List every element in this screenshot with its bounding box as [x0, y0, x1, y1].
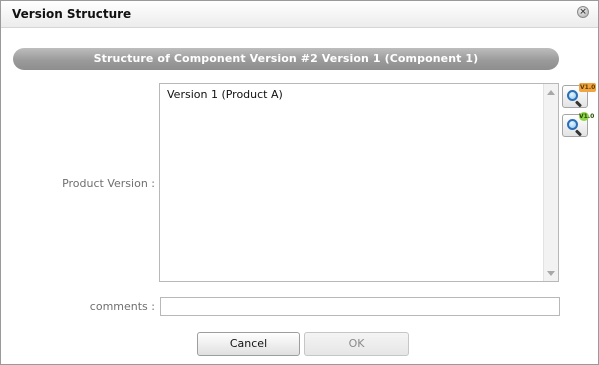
- cancel-button[interactable]: Cancel: [197, 332, 300, 356]
- product-version-listbox[interactable]: Version 1 (Product A): [159, 83, 559, 282]
- dialog-title: Version Structure: [12, 7, 132, 21]
- listbox-scrollbar[interactable]: [543, 84, 558, 281]
- version-structure-dialog: Version Structure × Structure of Compone…: [0, 0, 599, 365]
- magnifier-handle: [574, 129, 583, 137]
- close-icon[interactable]: ×: [577, 6, 589, 18]
- list-item[interactable]: Version 1 (Product A): [167, 88, 283, 101]
- magnifier-icon: [567, 119, 578, 130]
- scroll-down-arrow-icon[interactable]: [547, 271, 555, 276]
- scroll-up-arrow-icon[interactable]: [547, 90, 555, 95]
- version-badge: V1.0: [579, 112, 595, 121]
- comments-field[interactable]: [160, 297, 560, 316]
- comments-label: comments :: [89, 300, 155, 313]
- dialog-titlebar: Version Structure ×: [1, 1, 598, 28]
- version-badge: V1.0: [579, 83, 597, 92]
- magnifier-icon: [567, 90, 578, 101]
- magnifier-handle: [574, 100, 583, 108]
- structure-header-band: Structure of Component Version #2 Versio…: [13, 48, 559, 70]
- search-version-plus-button[interactable]: V1.0: [562, 112, 595, 137]
- ok-button[interactable]: OK: [304, 332, 409, 356]
- product-version-label: Product Version :: [62, 177, 155, 190]
- search-version-button[interactable]: V1.0: [562, 83, 597, 108]
